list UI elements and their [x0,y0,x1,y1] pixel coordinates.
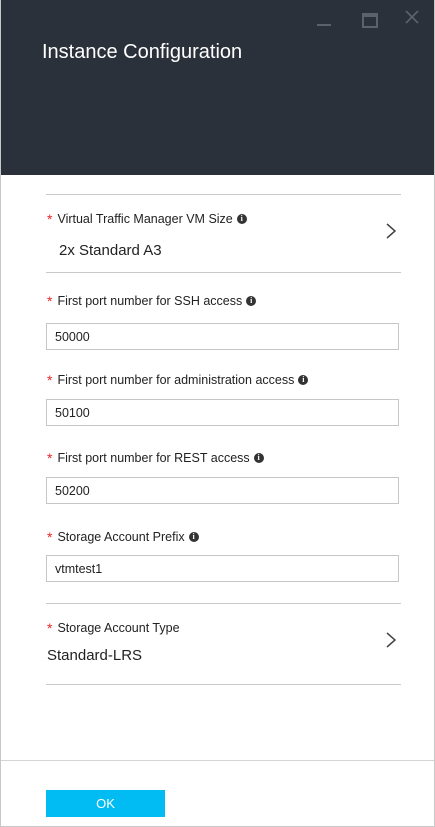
rest-port-label-text: First port number for REST access [57,451,250,465]
ssh-port-label-text: First port number for SSH access [57,294,243,308]
vm-size-label: * Virtual Traffic Manager VM Size i [47,211,247,227]
close-icon[interactable] [403,8,423,28]
info-icon[interactable]: i [253,453,264,463]
storage-type-label: * Storage Account Type [47,620,180,636]
divider [46,603,401,604]
vm-size-value: 2x Standard A3 [59,242,162,259]
ok-button[interactable]: OK [46,790,165,817]
info-icon[interactable]: i [246,296,257,306]
storage-type-value: Standard-LRS [47,647,143,664]
required-marker: * [47,293,53,309]
storage-type-label-text: Storage Account Type [57,621,180,635]
storage-prefix-label-text: Storage Account Prefix [57,530,185,544]
rest-port-label: * First port number for REST access i [47,450,264,466]
divider [46,194,401,195]
required-marker: * [47,450,53,466]
rest-port-input[interactable] [46,477,399,504]
required-marker: * [47,620,53,636]
page-title: Instance Configuration [42,41,243,63]
storage-prefix-label: * Storage Account Prefix i [47,529,199,545]
admin-port-input[interactable] [46,399,399,426]
vm-size-label-text: Virtual Traffic Manager VM Size [57,212,233,226]
chevron-right-icon[interactable] [385,221,397,241]
admin-port-label-text: First port number for administration acc… [57,373,295,387]
chevron-right-icon[interactable] [385,630,397,650]
info-icon[interactable]: i [298,375,309,385]
blade-header: Instance Configuration [1,0,434,175]
storage-prefix-input[interactable] [46,555,399,582]
maximize-icon[interactable] [360,8,380,28]
divider [46,684,401,685]
footer-divider [1,760,434,761]
admin-port-label: * First port number for administration a… [47,372,309,388]
info-icon[interactable]: i [188,532,199,542]
ssh-port-input[interactable] [46,323,399,350]
required-marker: * [47,211,53,227]
required-marker: * [47,372,53,388]
ssh-port-label: * First port number for SSH access i [47,293,257,309]
divider [46,272,401,273]
minimize-icon[interactable] [314,8,334,28]
required-marker: * [47,529,53,545]
info-icon[interactable]: i [236,214,247,224]
instance-configuration-blade: Instance Configuration * Virtual Traffic… [0,0,435,827]
